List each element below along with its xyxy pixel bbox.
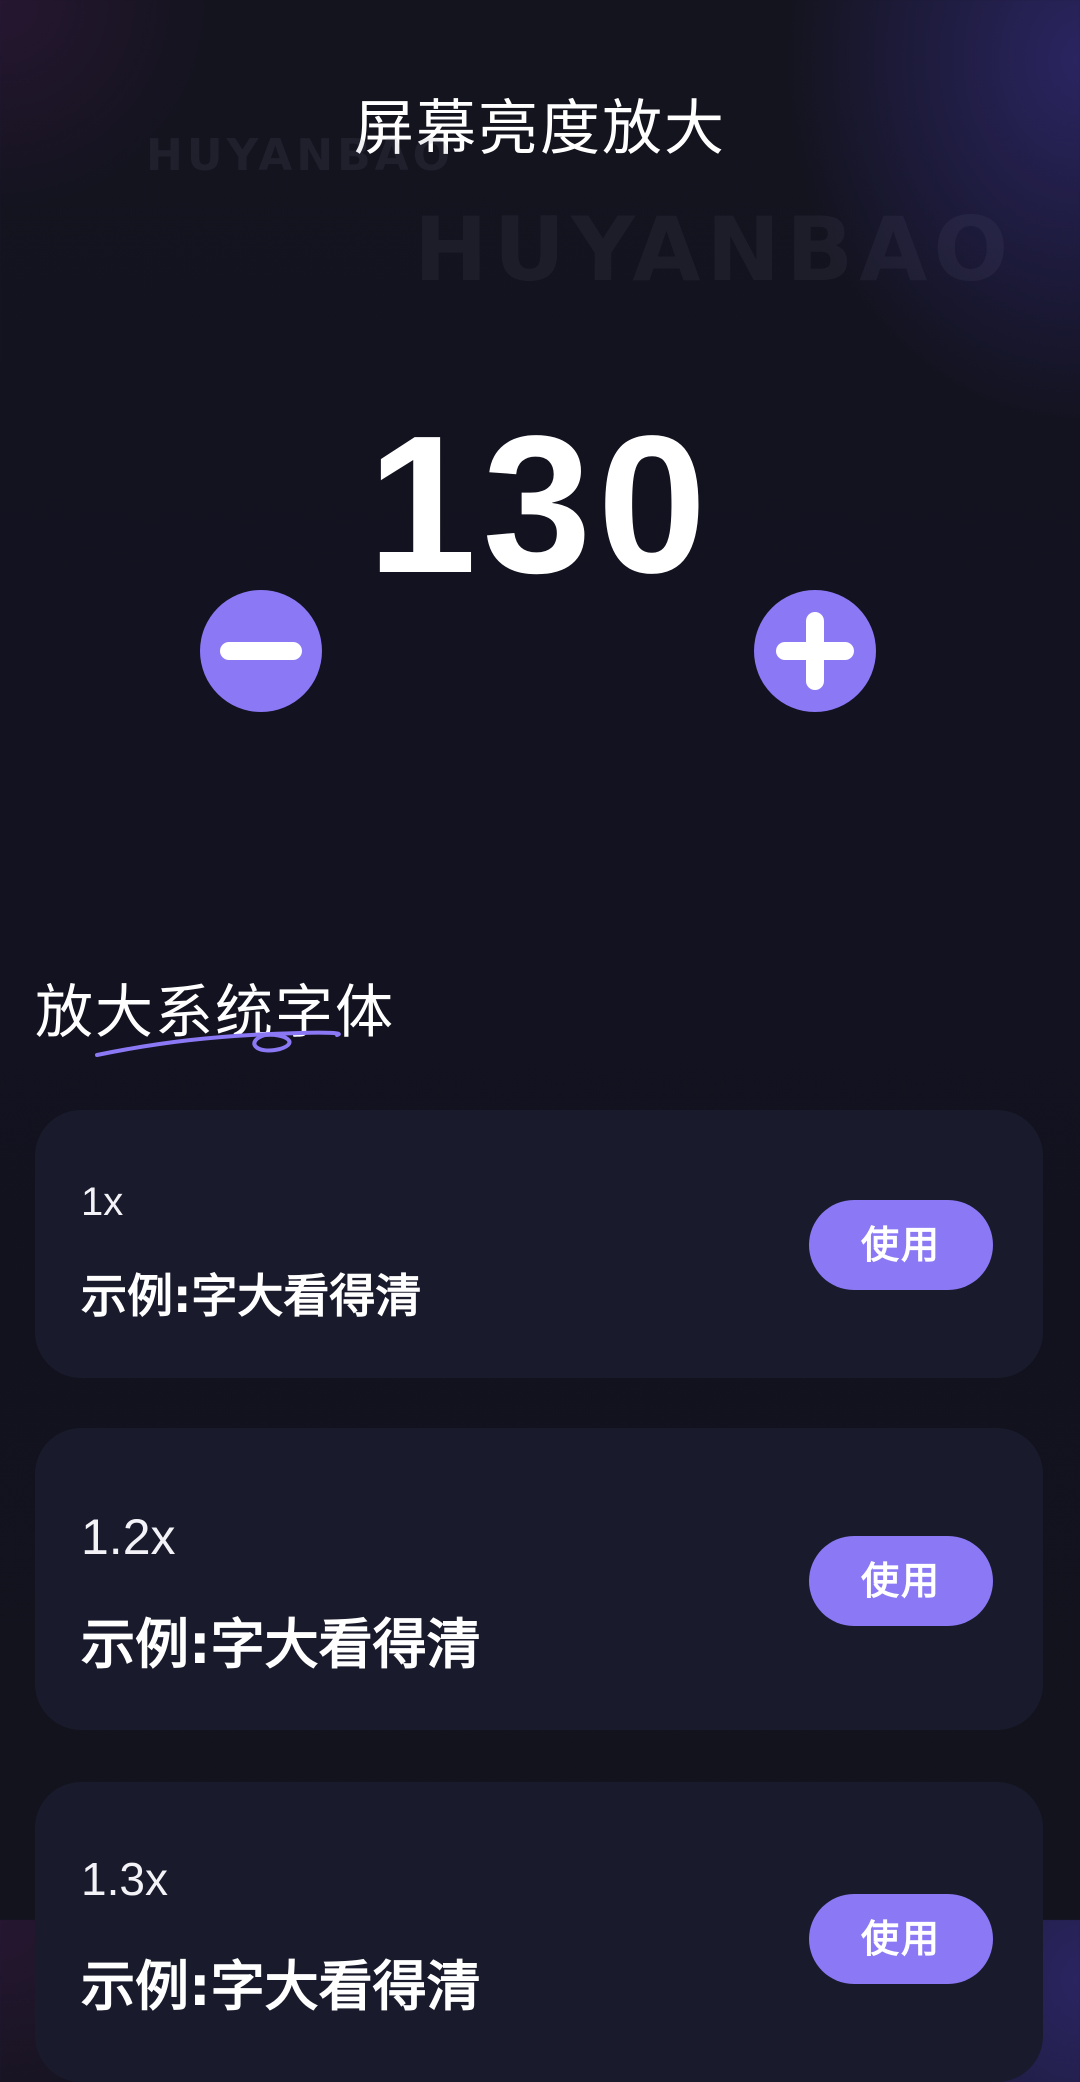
use-button[interactable]: 使用: [809, 1200, 993, 1290]
example-text: 示例:字大看得清: [81, 1613, 481, 1676]
plus-icon: [776, 612, 854, 690]
font-option-card: 1x 示例:字大看得清 使用: [35, 1110, 1043, 1378]
scale-label: 1.2x: [81, 1509, 176, 1565]
underline-decoration: [95, 1030, 341, 1057]
font-option-card: 1.2x 示例:字大看得清 使用: [35, 1428, 1043, 1730]
brightness-value: 130: [367, 395, 713, 614]
scale-label: 1.3x: [81, 1853, 168, 1905]
font-option-card: 1.3x 示例:字大看得清 使用: [35, 1782, 1043, 2082]
use-button[interactable]: 使用: [809, 1894, 993, 1984]
example-text: 示例:字大看得清: [81, 1269, 422, 1323]
minus-icon: [220, 642, 302, 660]
increase-button[interactable]: [754, 590, 876, 712]
decrease-button[interactable]: [200, 590, 322, 712]
example-text: 示例:字大看得清: [81, 1955, 481, 2018]
scale-label: 1x: [81, 1180, 124, 1224]
watermark-text-large: HUYANBAO: [414, 198, 1015, 301]
use-button[interactable]: 使用: [809, 1536, 993, 1626]
watermark-text: HUYANBAO: [146, 130, 455, 181]
